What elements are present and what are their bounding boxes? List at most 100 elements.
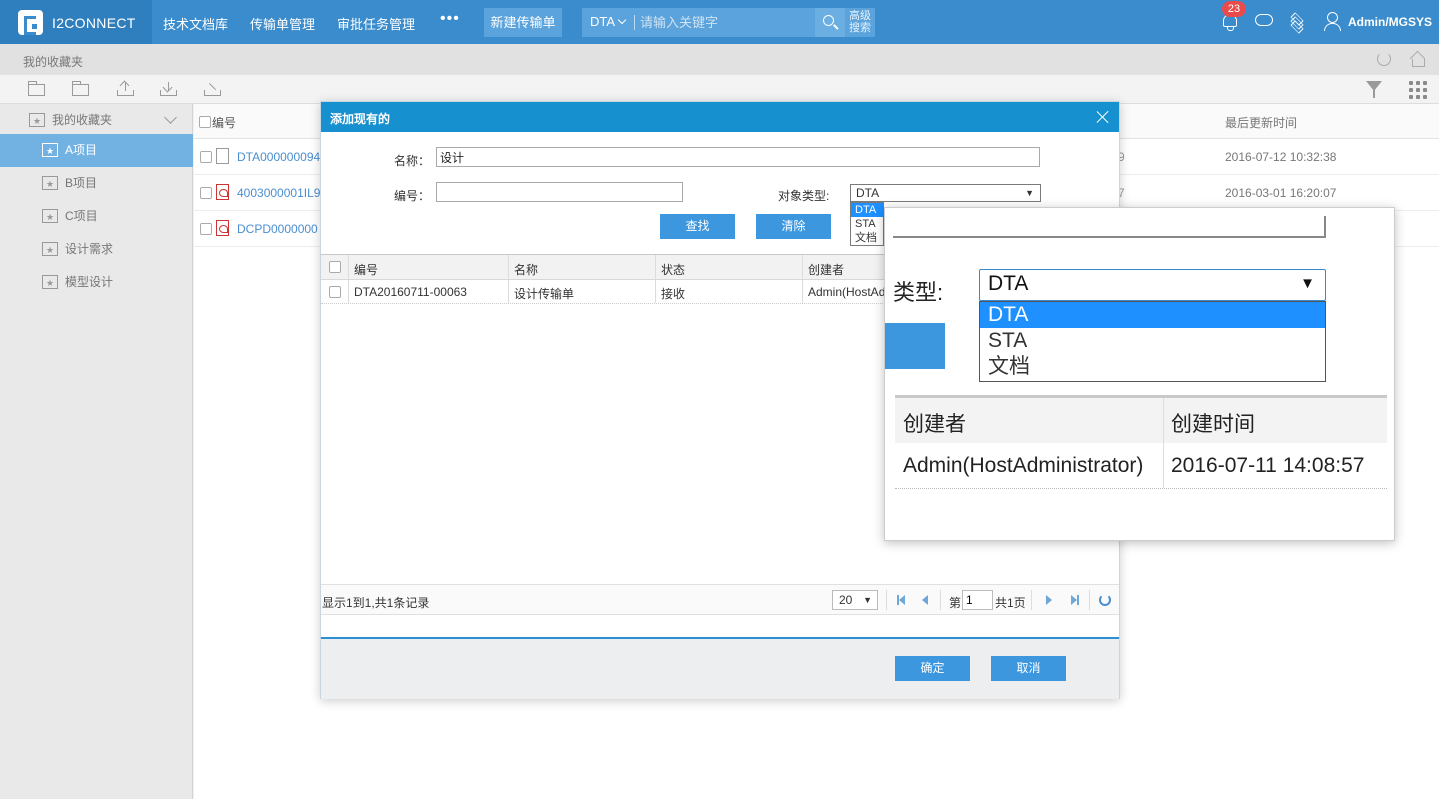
zoom-type-value: DTA: [988, 272, 1029, 295]
page-size-value: 20: [839, 593, 853, 607]
column-header-number[interactable]: 编号: [212, 114, 236, 131]
zoom-option-dta[interactable]: DTA: [980, 302, 1325, 328]
cloud-icon[interactable]: [1255, 14, 1273, 26]
zoom-option-sta[interactable]: STA: [980, 328, 1325, 354]
document-icon: [216, 148, 229, 164]
sidebar-item-favorites[interactable]: 我的收藏夹: [0, 104, 193, 138]
option-dta[interactable]: DTA: [851, 203, 883, 217]
name-field[interactable]: [436, 147, 1040, 167]
option-document[interactable]: 文档: [851, 231, 883, 245]
user-name[interactable]: Admin/MGSYS: [1348, 15, 1432, 29]
number-label: 编号：: [394, 189, 431, 203]
sidebar-item-a-project[interactable]: A项目: [0, 134, 193, 168]
row-number-link[interactable]: 4003000001IL9: [237, 186, 321, 200]
sidebar: 我的收藏夹 A项目 B项目 C项目 设计需求 模型设计: [0, 104, 193, 799]
export-icon[interactable]: [204, 81, 222, 97]
nav-tech-docs[interactable]: 技术文档库: [163, 14, 228, 33]
favorites-folder-icon: [42, 267, 58, 300]
dropdown-arrow-icon: ▼: [863, 595, 872, 605]
new-folder-icon[interactable]: [27, 81, 46, 97]
row-number-link[interactable]: DTA000000094: [237, 150, 322, 164]
favorites-folder-icon: [42, 234, 58, 267]
zoom-table-header: 创建者 创建时间: [895, 395, 1387, 443]
more-menu-icon[interactable]: •••: [440, 10, 460, 28]
select-all-checkbox[interactable]: [199, 116, 211, 128]
object-type-select[interactable]: DTA ▼: [850, 184, 1041, 202]
zoom-row-creator: Admin(HostAdministrator): [903, 454, 1144, 477]
sidebar-item-label: B项目: [65, 176, 98, 190]
prev-page-icon[interactable]: [922, 595, 928, 605]
sidebar-item-model-design[interactable]: 模型设计: [0, 266, 193, 300]
nav-transmittal-mgmt[interactable]: 传输单管理: [250, 14, 315, 33]
row-checkbox[interactable]: [200, 223, 212, 235]
chevron-down-icon[interactable]: [164, 111, 177, 124]
sidebar-item-label: 模型设计: [65, 275, 114, 289]
row-number-link[interactable]: DCPD0000000: [237, 222, 321, 236]
clear-button[interactable]: 清除: [756, 214, 831, 239]
top-bar: I2CONNECT 技术文档库 传输单管理 审批任务管理 ••• 新建传输单 D…: [0, 0, 1439, 44]
layers-icon[interactable]: [1290, 12, 1306, 34]
download-icon[interactable]: [160, 81, 178, 97]
row-name: 设计传输单: [514, 287, 575, 301]
nav-approval-tasks[interactable]: 审批任务管理: [337, 14, 415, 33]
page-number-input[interactable]: [962, 590, 993, 610]
favorites-folder-icon: [29, 105, 45, 138]
logo-icon: [18, 10, 43, 35]
number-field[interactable]: [436, 182, 683, 202]
filter-icon[interactable]: [1366, 81, 1382, 98]
dropdown-arrow-icon: ▼: [1025, 188, 1034, 198]
option-sta[interactable]: STA: [851, 217, 883, 231]
search-input[interactable]: [640, 13, 812, 32]
grid-view-icon[interactable]: [1409, 81, 1427, 99]
row-checkbox[interactable]: [200, 187, 212, 199]
upload-icon[interactable]: [117, 80, 135, 97]
object-type-value: DTA: [856, 186, 880, 200]
column-header-updated[interactable]: 最后更新时间: [1225, 114, 1297, 131]
pdf-icon: [216, 220, 229, 236]
sidebar-item-label: C项目: [65, 209, 98, 223]
open-folder-icon[interactable]: [71, 81, 90, 97]
toolbar: [0, 75, 1439, 104]
close-icon[interactable]: [1094, 108, 1112, 126]
page-size-select[interactable]: 20 ▼: [832, 590, 878, 610]
row-checkbox[interactable]: [200, 151, 212, 163]
sidebar-item-label: A项目: [65, 143, 98, 157]
row-checkbox[interactable]: [329, 286, 341, 298]
logo-area[interactable]: I2CONNECT: [0, 0, 152, 44]
next-page-icon[interactable]: [1046, 595, 1052, 605]
refresh-icon[interactable]: [1377, 52, 1391, 66]
zoom-type-select[interactable]: DTA ▼: [979, 269, 1326, 301]
cancel-button[interactable]: 取消: [991, 656, 1066, 681]
ok-button[interactable]: 确定: [895, 656, 970, 681]
zoom-table-row: Admin(HostAdministrator) 2016-07-11 14:0…: [895, 443, 1387, 489]
row-updated: 2016-03-01 16:20:07: [1225, 186, 1337, 200]
column-header-status[interactable]: 状态: [661, 261, 685, 278]
dialog-title: 添加现有的: [330, 112, 391, 126]
sidebar-item-c-project[interactable]: C项目: [0, 200, 193, 234]
search-button[interactable]: 查找: [660, 214, 735, 239]
column-header-creator[interactable]: 创建者: [808, 261, 844, 278]
zoom-search-button[interactable]: [885, 323, 945, 369]
reload-icon[interactable]: [1099, 594, 1111, 606]
advanced-search-link[interactable]: 高级搜索: [845, 10, 875, 34]
object-type-label: 对象类型:: [778, 189, 830, 203]
favorites-folder-icon: [42, 201, 58, 234]
page-total: 共1页: [995, 596, 1026, 610]
sidebar-item-design-requirements[interactable]: 设计需求: [0, 233, 193, 267]
name-label: 名称：: [394, 154, 431, 168]
user-icon[interactable]: [1324, 12, 1341, 31]
zoom-column-creator: 创建者: [903, 413, 966, 436]
search-type-select[interactable]: DTA: [590, 14, 627, 29]
divider: [634, 15, 635, 30]
new-transmittal-button[interactable]: 新建传输单: [484, 8, 562, 37]
search-button[interactable]: [815, 8, 845, 37]
zoom-option-document[interactable]: 文档: [980, 354, 1325, 380]
sidebar-item-b-project[interactable]: B项目: [0, 167, 193, 201]
dropdown-arrow-icon: ▼: [1300, 275, 1315, 292]
dialog-header: 添加现有的: [321, 102, 1119, 132]
column-header-number[interactable]: 编号: [354, 261, 378, 278]
zoom-name-field: [893, 216, 1326, 238]
select-all-checkbox[interactable]: [329, 261, 341, 273]
home-icon[interactable]: [1410, 52, 1425, 67]
column-header-name[interactable]: 名称: [514, 261, 538, 278]
